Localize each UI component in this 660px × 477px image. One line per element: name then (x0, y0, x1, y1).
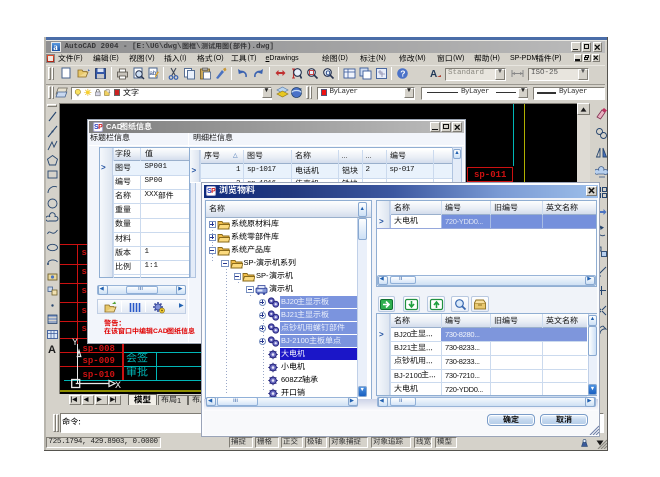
svg-text:X: X (115, 381, 121, 392)
svg-text:A: A (430, 69, 437, 80)
svg-text:Q: Q (326, 70, 331, 77)
svg-text:Y: Y (72, 338, 78, 349)
svg-text:A: A (48, 344, 56, 355)
svg-text:?: ? (400, 68, 405, 78)
